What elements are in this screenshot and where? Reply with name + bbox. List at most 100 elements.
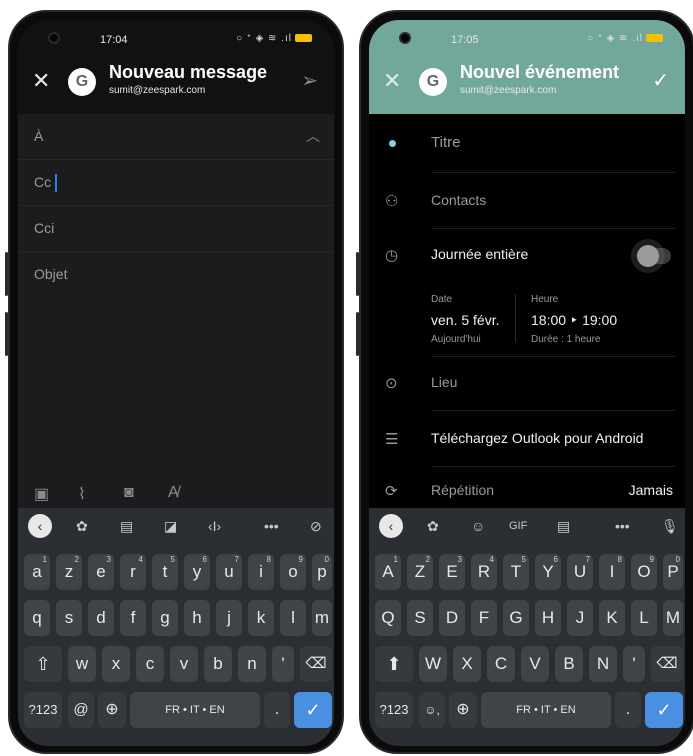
key[interactable]: z2	[56, 554, 82, 590]
location-field[interactable]: ⊙ Lieu	[369, 356, 685, 410]
more-icon[interactable]: •••	[615, 518, 630, 534]
calendar-add-icon[interactable]: ▣	[34, 484, 49, 504]
chevron-up-icon[interactable]: ︿	[306, 126, 320, 146]
key[interactable]: L	[631, 600, 657, 636]
all-day-row[interactable]: ◷ Journée entière	[369, 228, 685, 282]
close-icon[interactable]: ✕	[383, 68, 401, 94]
palette-icon[interactable]: ✿	[427, 518, 439, 535]
key[interactable]: C	[487, 646, 515, 682]
key[interactable]: J	[567, 600, 593, 636]
space-bar[interactable]: FR • IT • EN	[481, 692, 611, 728]
enter-check-icon[interactable]: ✓	[294, 692, 332, 728]
key[interactable]: B	[555, 646, 583, 682]
key[interactable]: u7	[216, 554, 242, 590]
key[interactable]: f	[120, 600, 146, 636]
key[interactable]: Y6	[535, 554, 561, 590]
backspace-icon[interactable]: ⌫	[300, 646, 332, 682]
to-field[interactable]: À ︿	[18, 114, 334, 160]
key[interactable]: K	[599, 600, 625, 636]
key[interactable]: H	[535, 600, 561, 636]
key[interactable]: t5	[152, 554, 178, 590]
clipboard-icon[interactable]: ▤	[120, 518, 133, 535]
gif-button[interactable]: GIF	[509, 520, 527, 532]
key[interactable]: A1	[375, 554, 401, 590]
date-value[interactable]: ven. 5 févr.	[431, 312, 499, 328]
key[interactable]: I8	[599, 554, 625, 590]
title-field[interactable]: Titre	[369, 114, 685, 172]
key[interactable]: n	[238, 646, 266, 682]
key[interactable]: r4	[120, 554, 146, 590]
space-bar[interactable]: FR • IT • EN	[130, 692, 260, 728]
send-icon[interactable]: ➢	[301, 68, 318, 93]
contacts-field[interactable]: ⚇ Contacts	[369, 172, 685, 228]
format-text-icon[interactable]: A̸	[168, 484, 179, 502]
backspace-icon[interactable]: ⌫	[651, 646, 683, 682]
key[interactable]: o9	[280, 554, 306, 590]
key[interactable]: d	[88, 600, 114, 636]
key[interactable]: P0	[663, 554, 683, 590]
at-key[interactable]: @	[68, 692, 94, 728]
chevron-left-icon[interactable]: ‹	[28, 514, 52, 538]
key[interactable]: s	[56, 600, 82, 636]
more-icon[interactable]: •••	[264, 518, 279, 534]
key[interactable]: v	[170, 646, 198, 682]
all-day-toggle[interactable]	[637, 245, 671, 267]
key[interactable]: h	[184, 600, 210, 636]
emoji-icon[interactable]: ☺	[471, 518, 485, 534]
key[interactable]: X	[453, 646, 481, 682]
subject-field[interactable]: Objet	[18, 252, 334, 298]
bcc-field[interactable]: Cci	[18, 206, 334, 252]
close-icon[interactable]: ✕	[32, 68, 50, 94]
shift-icon[interactable]: ⇧	[24, 646, 62, 682]
key[interactable]: D	[439, 600, 465, 636]
key[interactable]: S	[407, 600, 433, 636]
key[interactable]: m	[312, 600, 332, 636]
key[interactable]: c	[136, 646, 164, 682]
key[interactable]: W	[419, 646, 447, 682]
key[interactable]: y6	[184, 554, 210, 590]
mic-icon[interactable]: 🎙	[661, 518, 679, 535]
attach-icon[interactable]: ⌇	[78, 484, 86, 504]
key[interactable]: N	[589, 646, 617, 682]
key[interactable]: M	[663, 600, 683, 636]
clipboard-icon[interactable]: ▤	[557, 518, 570, 535]
key[interactable]: q	[24, 600, 50, 636]
palette-icon[interactable]: ✿	[76, 518, 88, 535]
numbers-key[interactable]: ?123	[24, 692, 62, 728]
description-row[interactable]: ☰ Téléchargez Outlook pour Android	[369, 410, 685, 466]
period-key[interactable]: .	[264, 692, 290, 728]
key[interactable]: e3	[88, 554, 114, 590]
shift-icon[interactable]: ⬆	[375, 646, 413, 682]
sticker-icon[interactable]: ◪	[164, 518, 177, 535]
checkmark-icon[interactable]: ✓	[652, 68, 669, 93]
key[interactable]: l	[280, 600, 306, 636]
key[interactable]: i8	[248, 554, 274, 590]
key[interactable]: x	[102, 646, 130, 682]
emoji-comma-key[interactable]: ☺,	[419, 692, 445, 728]
key[interactable]: '	[623, 646, 645, 682]
key[interactable]: E3	[439, 554, 465, 590]
period-key[interactable]: .	[615, 692, 641, 728]
enter-check-icon[interactable]: ✓	[645, 692, 683, 728]
key[interactable]: Z2	[407, 554, 433, 590]
key[interactable]: V	[521, 646, 549, 682]
key[interactable]: O9	[631, 554, 657, 590]
camera-icon[interactable]: ◙	[124, 484, 134, 502]
key[interactable]: T5	[503, 554, 529, 590]
key[interactable]: U7	[567, 554, 593, 590]
cc-field[interactable]: Cc	[18, 160, 334, 206]
key[interactable]: Q	[375, 600, 401, 636]
key[interactable]: j	[216, 600, 242, 636]
key[interactable]: g	[152, 600, 178, 636]
globe-icon[interactable]: ⊕	[449, 692, 477, 728]
numbers-key[interactable]: ?123	[375, 692, 413, 728]
mic-off-icon[interactable]: ⊘	[310, 518, 322, 535]
chevron-left-icon[interactable]: ‹	[379, 514, 403, 538]
key[interactable]: b	[204, 646, 232, 682]
cursor-control-icon[interactable]: ‹I›	[208, 518, 221, 534]
key[interactable]: a1	[24, 554, 50, 590]
globe-icon[interactable]: ⊕	[98, 692, 126, 728]
key[interactable]: w	[68, 646, 96, 682]
key[interactable]: F	[471, 600, 497, 636]
key[interactable]: '	[272, 646, 294, 682]
